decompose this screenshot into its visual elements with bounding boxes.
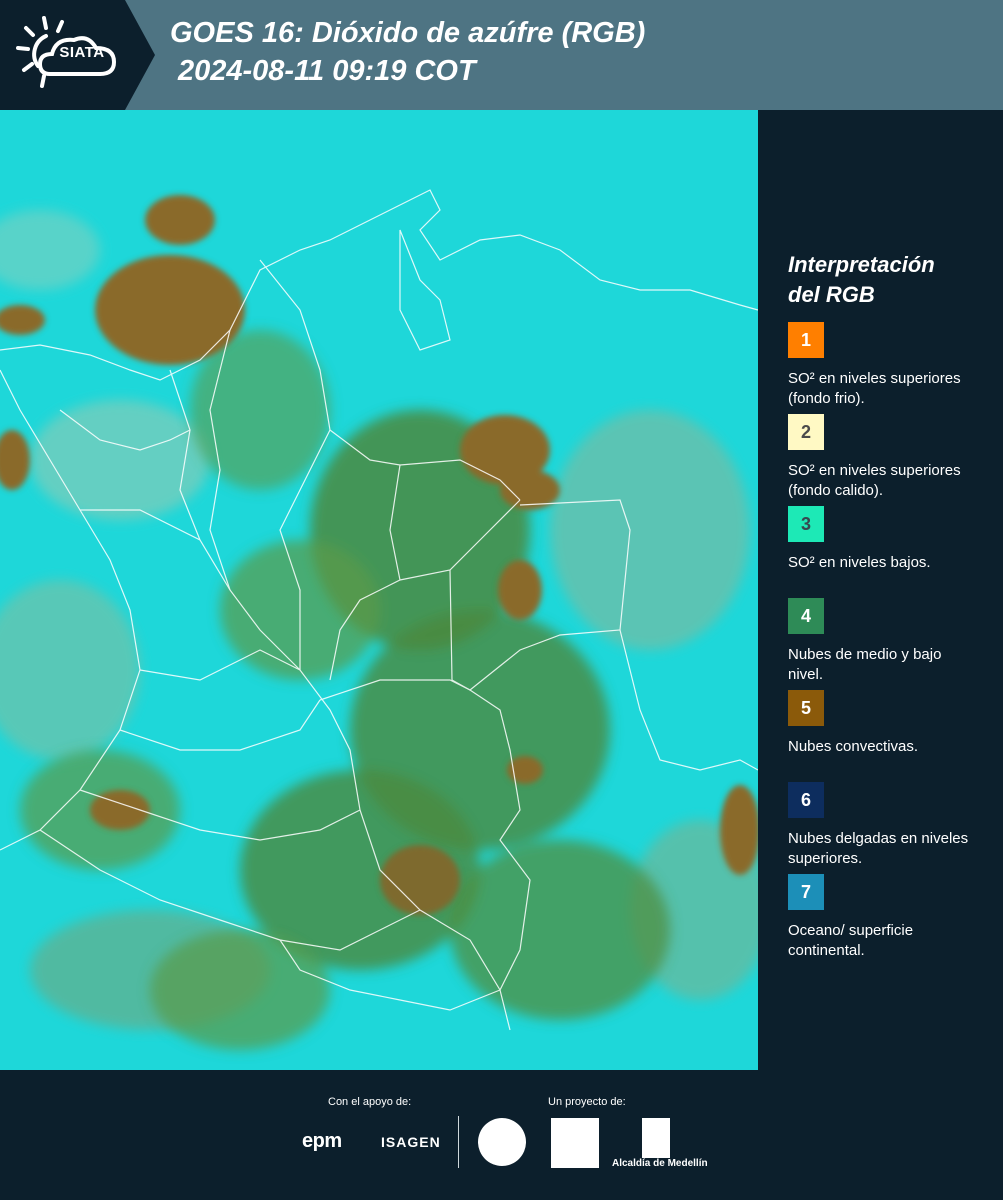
- legend-label: Oceano/ superficie continental.: [788, 922, 914, 959]
- legend-label: Nubes de medio y bajo nivel.: [788, 646, 942, 683]
- legend-item: 6 Nubes delgadas en niveles superiores.: [788, 782, 988, 874]
- title-timestamp: 2024-08-11 09:19 COT: [178, 55, 476, 87]
- legend: Interpretación del RGB 1 SO² en niveles s…: [788, 250, 988, 966]
- legend-swatch: 2: [788, 414, 824, 450]
- siata-logo: SIATA: [0, 0, 155, 110]
- footer-divider: [458, 1116, 459, 1168]
- alcaldia-shield-icon: [642, 1118, 670, 1158]
- alcaldia-label: Alcaldía de Medellín: [612, 1158, 708, 1169]
- legend-swatch: 4: [788, 598, 824, 634]
- area-metropolitana-logo-icon: [551, 1118, 599, 1168]
- legend-swatch: 3: [788, 506, 824, 542]
- legend-item: 1 SO² en niveles superiores (fondo frio).: [788, 322, 988, 414]
- legend-item: 3 SO² en niveles bajos.: [788, 506, 988, 598]
- logo-text: SIATA: [59, 44, 105, 61]
- legend-label: Nubes convectivas.: [788, 738, 919, 755]
- legend-label: SO² en niveles bajos.: [788, 554, 931, 571]
- legend-title: Interpretación del RGB: [788, 250, 988, 310]
- legend-item: 4 Nubes de medio y bajo nivel.: [788, 598, 988, 690]
- footer: Con el apoyo de: Un proyecto de: epm ISA…: [0, 1070, 1003, 1200]
- header-bar: SIATA GOES 16: Dióxido de azúfre (RGB) 2…: [0, 0, 1003, 110]
- epm-logo: epm: [302, 1130, 342, 1152]
- title-product: GOES 16: Dióxido de azúfre (RGB): [170, 17, 646, 49]
- legend-title-line1: Interpretación: [788, 252, 935, 277]
- legend-item: 7 Oceano/ superficie continental.: [788, 874, 988, 966]
- isagen-logo: ISAGEN: [381, 1134, 441, 1150]
- page-title: GOES 16: Dióxido de azúfre (RGB) 2024-08…: [170, 14, 645, 90]
- satellite-rgb-map-icon: [0, 110, 758, 1070]
- legend-swatch: 7: [788, 874, 824, 910]
- legend-label: Nubes delgadas en niveles superiores.: [788, 830, 969, 867]
- legend-title-line2: del RGB: [788, 282, 875, 307]
- medellin-seal-icon: [478, 1118, 526, 1166]
- project-label: Un proyecto de:: [548, 1096, 626, 1108]
- legend-swatch: 6: [788, 782, 824, 818]
- legend-item: 2 SO² en niveles superiores (fondo calido…: [788, 414, 988, 506]
- legend-swatch: 1: [788, 322, 824, 358]
- legend-label: SO² en niveles superiores (fondo calido)…: [788, 462, 961, 499]
- legend-item: 5 Nubes convectivas.: [788, 690, 988, 782]
- satellite-map[interactable]: [0, 110, 758, 1070]
- support-label: Con el apoyo de:: [328, 1096, 412, 1108]
- legend-label: SO² en niveles superiores (fondo frio).: [788, 370, 961, 407]
- legend-swatch: 5: [788, 690, 824, 726]
